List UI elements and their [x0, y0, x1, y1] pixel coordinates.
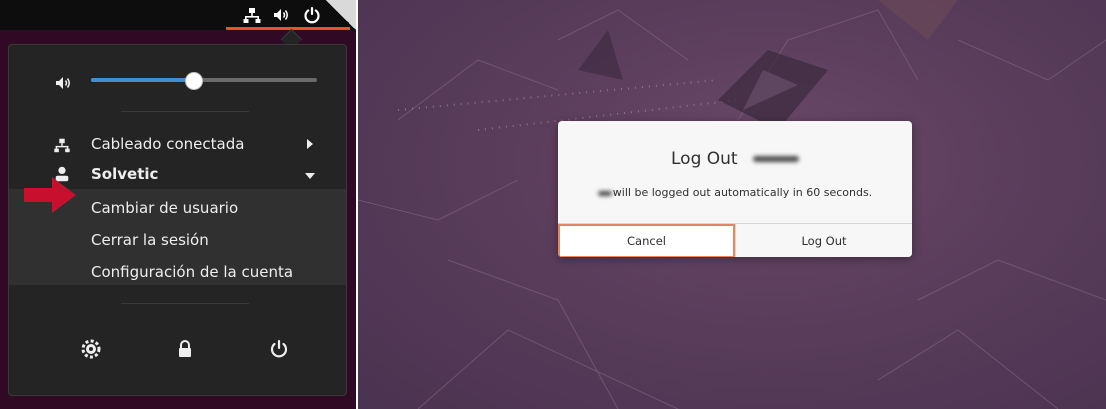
logout-dialog: Log Out will be logged out automatically…	[558, 121, 912, 257]
dialog-title: Log Out	[671, 149, 738, 169]
menu-item-label: Cableado conectada	[91, 135, 245, 153]
account-settings-item[interactable]: Configuración de la cuenta	[91, 263, 293, 281]
dialog-title-row: Log Out	[558, 149, 912, 169]
dialog-button-bar: Cancel Log Out	[558, 223, 912, 257]
volume-slider[interactable]	[91, 72, 317, 90]
volume-slider-fill	[91, 78, 193, 82]
power-icon[interactable]	[302, 5, 322, 25]
separator	[121, 111, 249, 112]
chevron-down-icon	[305, 173, 315, 179]
tray-active-underline	[226, 27, 350, 30]
desktop-background: Log Out will be logged out automatically…	[358, 0, 1106, 409]
redacted-username	[597, 190, 612, 196]
dialog-message-row: will be logged out automatically in 60 s…	[558, 186, 912, 199]
volume-slider-handle[interactable]	[184, 72, 203, 90]
settings-icon[interactable]	[79, 337, 103, 361]
dialog-message: will be logged out automatically in 60 s…	[612, 186, 873, 199]
speaker-icon[interactable]	[271, 5, 291, 25]
network-icon[interactable]	[242, 5, 262, 25]
annotation-arrow-icon	[24, 177, 76, 213]
redacted-username	[753, 156, 799, 162]
system-menu: Cableado conectada Solvetic Cambiar de u…	[8, 44, 347, 396]
cancel-button[interactable]: Cancel	[558, 224, 735, 257]
chevron-right-icon	[307, 139, 313, 149]
lock-icon[interactable]	[173, 337, 197, 361]
power-icon[interactable]	[267, 337, 291, 361]
top-bar-corner	[326, 0, 356, 30]
network-icon	[54, 138, 70, 153]
system-menu-screenshot: Cableado conectada Solvetic Cambiar de u…	[0, 0, 356, 409]
speaker-icon	[56, 77, 70, 89]
switch-user-item[interactable]: Cambiar de usuario	[91, 199, 238, 217]
log-out-item[interactable]: Cerrar la sesión	[91, 231, 209, 249]
user-name: Solvetic	[91, 165, 159, 183]
separator	[121, 303, 249, 304]
log-out-button[interactable]: Log Out	[735, 224, 912, 257]
